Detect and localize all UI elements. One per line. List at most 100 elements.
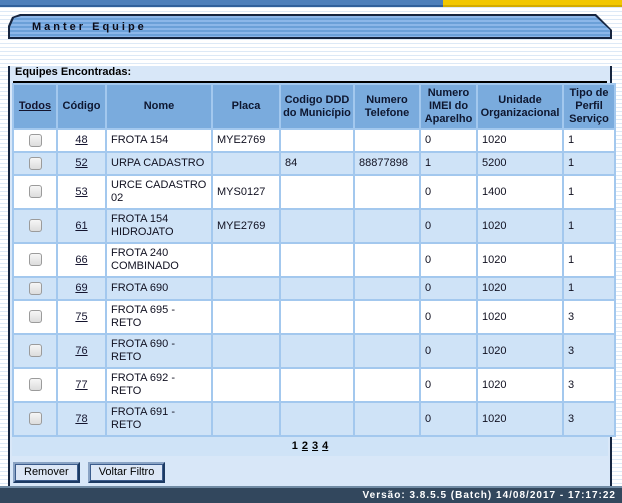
row-checkbox[interactable] [29,282,42,295]
row-checkbox[interactable] [29,185,42,198]
pagination-current-page: 1 [292,440,298,452]
placa-cell [213,369,279,401]
codigo-cell: 48 [58,130,105,151]
perfil-cell: 3 [564,403,614,435]
codigo-link[interactable]: 48 [75,134,87,146]
back-filter-button[interactable]: Voltar Filtro [88,462,166,483]
nome-cell: FROTA 691 - RETO [107,403,211,435]
checkbox-cell [14,301,56,333]
unidade-cell: 1020 [478,130,562,151]
unidade-cell: 5200 [478,153,562,174]
perfil-cell: 3 [564,369,614,401]
perfil-cell: 1 [564,244,614,276]
ddd-cell [281,176,353,208]
table-row: 75FROTA 695 - RETO010203 [14,301,614,333]
nome-cell: FROTA 240 COMBINADO [107,244,211,276]
row-checkbox[interactable] [29,344,42,357]
imei-cell: 0 [421,403,476,435]
pagination-page-link[interactable]: 4 [322,440,328,452]
unidade-cell: 1400 [478,176,562,208]
table-row: 78 FROTA 691 - RETO 010203 [14,403,614,435]
imei-cell: 0 [421,278,476,299]
codigo-link[interactable]: 78 [75,413,87,425]
telefone-cell [355,403,419,435]
imei-cell: 0 [421,335,476,367]
page-title: Manter Equipe [32,21,147,33]
telefone-cell [355,335,419,367]
checkbox-cell [14,176,56,208]
unidade-cell: 1020 [478,244,562,276]
table-row: 76FROTA 690 - RETO010203 [14,335,614,367]
ddd-cell [281,210,353,242]
imei-cell: 0 [421,176,476,208]
column-header-todos[interactable]: Todos [14,85,56,128]
ddd-cell [281,369,353,401]
unidade-cell: 1020 [478,403,562,435]
column-header-nome: Nome [107,85,211,128]
placa-cell [213,403,279,435]
column-header-placa: Placa [213,85,279,128]
row-checkbox[interactable] [29,134,42,147]
page: Manter Equipe Equipes Encontradas: Todos… [0,7,622,490]
row-checkbox[interactable] [29,253,42,266]
row-checkbox[interactable] [29,412,42,425]
codigo-cell: 61 [58,210,105,242]
codigo-cell: 53 [58,176,105,208]
ddd-cell [281,403,353,435]
ddd-cell [281,244,353,276]
telefone-cell [355,278,419,299]
codigo-cell: 52 [58,153,105,174]
results-label: Equipes Encontradas: [15,66,608,78]
imei-cell: 0 [421,210,476,242]
nome-cell: URPA CADASTRO [107,153,211,174]
codigo-link[interactable]: 52 [75,157,87,169]
codigo-link[interactable]: 77 [75,379,87,391]
checkbox-cell [14,130,56,151]
row-checkbox[interactable] [29,219,42,232]
row-checkbox[interactable] [29,378,42,391]
codigo-link[interactable]: 76 [75,345,87,357]
codigo-link[interactable]: 69 [75,282,87,294]
nome-cell: URCE CADASTRO 02 [107,176,211,208]
teams-table: Todos CódigoNomePlacaCodigo DDD do Municí… [12,83,616,437]
codigo-link[interactable]: 53 [75,186,87,198]
perfil-cell: 1 [564,130,614,151]
remove-button[interactable]: Remover [13,462,80,483]
column-header-numero-imei-do-aparelho: Numero IMEI do Aparelho [421,85,476,128]
telefone-cell [355,176,419,208]
placa-cell: MYE2769 [213,130,279,151]
perfil-cell: 1 [564,153,614,174]
ddd-cell [281,130,353,151]
nome-cell: FROTA 690 [107,278,211,299]
perfil-cell: 3 [564,335,614,367]
ddd-cell [281,278,353,299]
unidade-cell: 1020 [478,369,562,401]
column-header-c-digo: Código [58,85,105,128]
perfil-cell: 3 [564,301,614,333]
codigo-link[interactable]: 75 [75,311,87,323]
codigo-link[interactable]: 66 [75,254,87,266]
column-header-unidade-organizacional: Unidade Organizacional [478,85,562,128]
table-header-row: Todos CódigoNomePlacaCodigo DDD do Municí… [14,85,614,128]
checkbox-cell [14,403,56,435]
imei-cell: 0 [421,130,476,151]
column-header-codigo-ddd-do-munic-pio: Codigo DDD do Município [281,85,353,128]
top-accent-yellow [443,0,622,7]
perfil-cell: 1 [564,176,614,208]
codigo-cell: 75 [58,301,105,333]
placa-cell [213,301,279,333]
unidade-cell: 1020 [478,278,562,299]
pagination-page-link[interactable]: 3 [312,440,318,452]
codigo-link[interactable]: 61 [75,220,87,232]
panel-body: Equipes Encontradas: Todos CódigoNomePlac… [8,66,612,490]
perfil-cell: 1 [564,210,614,242]
checkbox-cell [14,369,56,401]
codigo-cell: 66 [58,244,105,276]
row-checkbox[interactable] [29,310,42,323]
pagination-page-link[interactable]: 2 [302,440,308,452]
column-header-numero-telefone: Numero Telefone [355,85,419,128]
row-checkbox[interactable] [29,157,42,170]
select-all-link[interactable]: Todos [19,100,51,112]
ddd-cell: 84 [281,153,353,174]
column-header-tipo-de-perfil-servi-o: Tipo de Perfil Serviço [564,85,614,128]
